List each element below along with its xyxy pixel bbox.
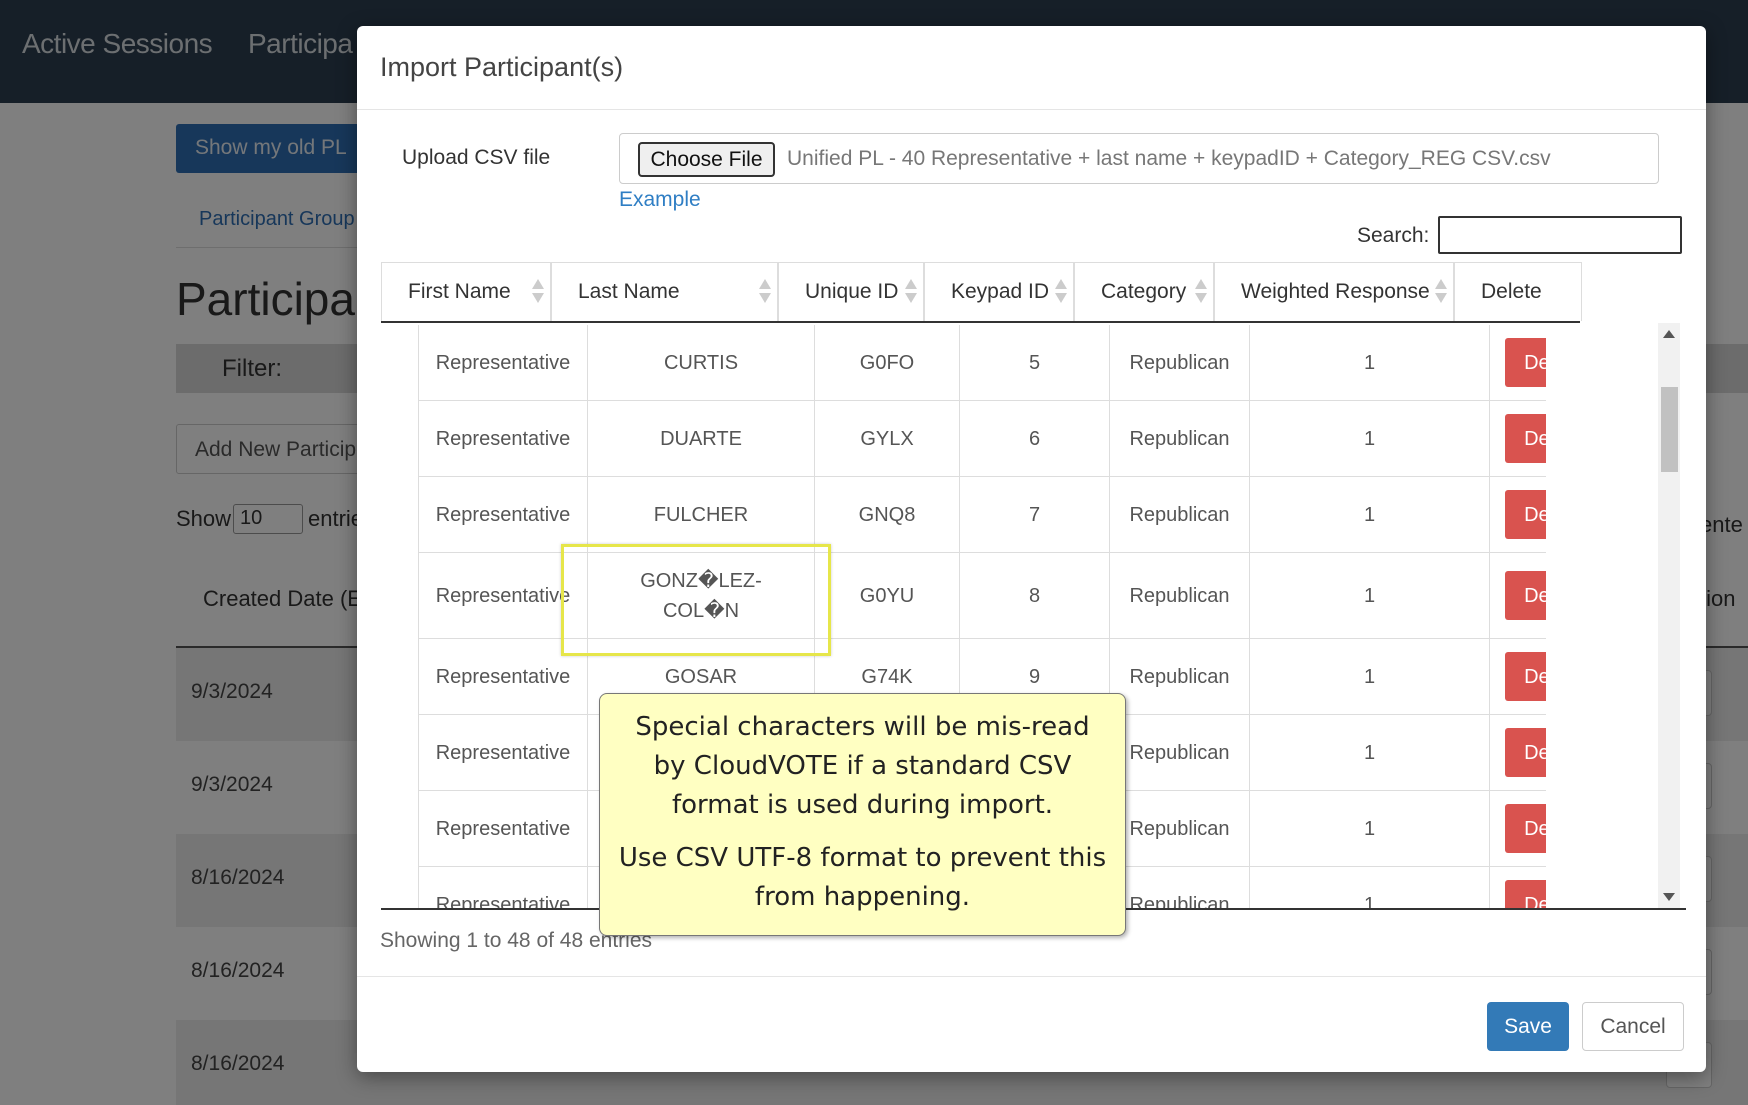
column-label: Delete — [1481, 280, 1542, 303]
cell-keypad-id: 7 — [959, 477, 1109, 552]
delete-button[interactable]: Delete — [1505, 652, 1546, 701]
column-first-name[interactable]: First Name — [381, 262, 551, 321]
cell-category: Republican — [1109, 553, 1249, 638]
cell-first-name: Representative — [418, 715, 587, 790]
delete-button[interactable]: Delete — [1505, 414, 1546, 463]
cell-weighted-response: 1 — [1249, 639, 1489, 714]
cell-weighted-response: 1 — [1249, 715, 1489, 790]
choose-file-button[interactable]: Choose File — [638, 142, 775, 177]
table-row: Representative FULCHER GNQ8 7 Republican… — [418, 477, 1546, 553]
cell-weighted-response: 1 — [1249, 553, 1489, 638]
cell-unique-id: G0YU — [814, 553, 959, 638]
delete-button[interactable]: Delete — [1505, 728, 1546, 777]
column-delete: Delete — [1454, 262, 1582, 321]
cell-first-name: Representative — [418, 401, 587, 476]
cell-delete: Delete — [1489, 553, 1546, 638]
cell-delete: Delete — [1489, 639, 1546, 714]
cell-keypad-id: 5 — [959, 325, 1109, 400]
callout-text-1: Special characters will be mis-read by C… — [635, 712, 1090, 820]
cell-keypad-id: 8 — [959, 553, 1109, 638]
cell-first-name: Representative — [418, 867, 587, 908]
cell-category: Republican — [1109, 401, 1249, 476]
sort-icon — [1435, 279, 1447, 305]
cancel-button[interactable]: Cancel — [1582, 1002, 1684, 1051]
delete-button[interactable]: Delete — [1505, 880, 1546, 908]
cell-first-name: Representative — [418, 477, 587, 552]
cell-category: Republican — [1109, 791, 1249, 866]
column-label: Last Name — [578, 280, 680, 303]
sort-icon — [532, 279, 544, 305]
delete-button[interactable]: Delete — [1505, 338, 1546, 387]
scroll-thumb[interactable] — [1661, 387, 1678, 472]
cell-weighted-response: 1 — [1249, 791, 1489, 866]
search-label: Search: — [1357, 224, 1430, 247]
cell-last-name: CURTIS — [587, 325, 814, 400]
column-weighted-response[interactable]: Weighted Response — [1214, 262, 1454, 321]
delete-button[interactable]: Delete — [1505, 490, 1546, 539]
cell-keypad-id: 6 — [959, 401, 1109, 476]
cell-delete: Delete — [1489, 401, 1546, 476]
column-keypad-id[interactable]: Keypad ID — [924, 262, 1074, 321]
cell-first-name: Representative — [418, 325, 587, 400]
cell-weighted-response: 1 — [1249, 867, 1489, 908]
cell-category: Republican — [1109, 867, 1249, 908]
cell-category: Republican — [1109, 477, 1249, 552]
selected-file-name: Unified PL - 40 Representative + last na… — [787, 147, 1551, 170]
file-input[interactable]: Choose File Unified PL - 40 Representati… — [619, 133, 1659, 184]
delete-button[interactable]: Delete — [1505, 804, 1546, 853]
cell-unique-id: G0FO — [814, 325, 959, 400]
sort-icon — [1195, 279, 1207, 305]
column-label: First Name — [408, 280, 511, 303]
cell-unique-id: GYLX — [814, 401, 959, 476]
column-label: Unique ID — [805, 280, 899, 303]
sort-icon — [759, 279, 771, 305]
cell-first-name: Representative — [418, 791, 587, 866]
search-input[interactable] — [1438, 216, 1682, 254]
cell-last-name: FULCHER — [587, 477, 814, 552]
callout-text-2: Use CSV UTF-8 format to prevent this fro… — [618, 843, 1107, 912]
cell-unique-id: GNQ8 — [814, 477, 959, 552]
save-button[interactable]: Save — [1487, 1002, 1569, 1051]
table-row: Representative DUARTE GYLX 6 Republican … — [418, 401, 1546, 477]
column-label: Keypad ID — [951, 280, 1050, 303]
cell-delete: Delete — [1489, 791, 1546, 866]
table-row: Representative CURTIS G0FO 5 Republican … — [418, 325, 1546, 401]
annotation-callout: Special characters will be mis-read by C… — [599, 693, 1126, 936]
cell-weighted-response: 1 — [1249, 477, 1489, 552]
sort-icon — [905, 279, 917, 305]
cell-last-name: DUARTE — [587, 401, 814, 476]
delete-button[interactable]: Delete — [1505, 571, 1546, 620]
cell-weighted-response: 1 — [1249, 401, 1489, 476]
cell-delete: Delete — [1489, 325, 1546, 400]
sort-icon — [1055, 279, 1067, 305]
column-unique-id[interactable]: Unique ID — [778, 262, 924, 321]
cell-category: Republican — [1109, 715, 1249, 790]
upload-csv-label: Upload CSV file — [402, 146, 551, 169]
column-label: Category — [1101, 280, 1187, 303]
column-last-name[interactable]: Last Name — [551, 262, 778, 321]
cell-category: Republican — [1109, 639, 1249, 714]
cell-delete: Delete — [1489, 715, 1546, 790]
cell-delete: Delete — [1489, 477, 1546, 552]
scroll-down-arrow-icon[interactable] — [1663, 893, 1675, 901]
highlight-annotation-box — [561, 544, 831, 656]
example-link[interactable]: Example — [619, 188, 701, 212]
column-label: Weighted Response — [1241, 280, 1430, 303]
table-header: First Name Last Name Unique ID Keypad ID… — [381, 262, 1582, 323]
cell-delete: Delete — [1489, 867, 1546, 908]
table-scrollbar[interactable] — [1658, 323, 1680, 908]
cell-category: Republican — [1109, 325, 1249, 400]
column-category[interactable]: Category — [1074, 262, 1214, 321]
cell-weighted-response: 1 — [1249, 325, 1489, 400]
scroll-up-arrow-icon[interactable] — [1663, 330, 1675, 338]
modal-footer-divider — [357, 976, 1706, 977]
modal-header: Import Participant(s) — [357, 26, 1706, 110]
modal-title: Import Participant(s) — [380, 52, 624, 82]
